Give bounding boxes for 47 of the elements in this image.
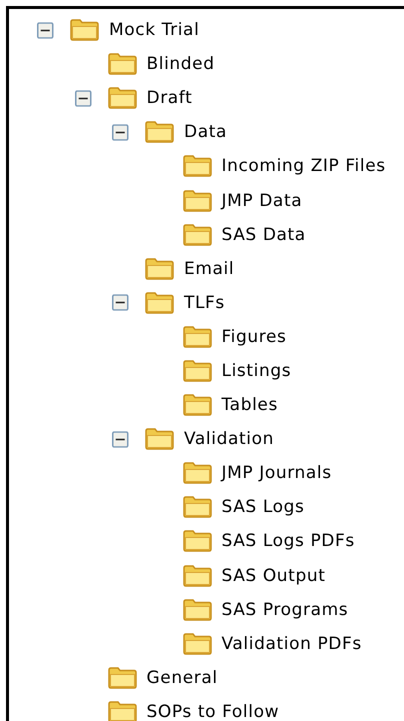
folder-icon [182, 154, 212, 178]
folder-icon [182, 495, 212, 520]
folder-label[interactable]: Figures [222, 326, 286, 347]
folder-icon [144, 427, 175, 452]
folder-icon [182, 564, 212, 588]
folder-label[interactable]: Listings [222, 360, 292, 381]
folder-label[interactable]: Tables [222, 395, 278, 416]
folder-label[interactable]: JMP Journals [222, 463, 332, 484]
folder-icon [182, 188, 212, 213]
folder-icon [144, 256, 175, 281]
folder-icon [106, 700, 138, 721]
folder-label[interactable]: Validation [184, 429, 274, 450]
folder-icon [106, 86, 138, 110]
folder-icon [182, 358, 212, 383]
collapse-icon[interactable] [74, 90, 91, 106]
folder-label[interactable]: JMP Data [222, 190, 302, 211]
folder-icon [182, 529, 212, 554]
folder-label[interactable]: TLFs [184, 292, 225, 313]
folder-label[interactable]: Validation PDFs [222, 634, 362, 654]
folder-icon [182, 461, 212, 486]
folder-label[interactable]: SOPs to Follow [146, 702, 280, 721]
folder-icon [182, 222, 212, 247]
folder-label[interactable]: Email [184, 258, 234, 279]
folder-label[interactable]: Draft [146, 88, 192, 108]
folder-icon [144, 120, 175, 144]
folder-icon [182, 632, 212, 656]
folder-icon [182, 598, 212, 622]
collapse-icon[interactable] [112, 124, 128, 141]
folder-icon [69, 18, 100, 42]
folder-icon [182, 393, 212, 418]
folder-label[interactable]: Mock Trial [109, 20, 200, 40]
folder-label[interactable]: SAS Data [222, 224, 306, 245]
collapse-icon[interactable] [112, 294, 128, 312]
folder-label[interactable]: SAS Output [222, 566, 326, 586]
collapse-icon[interactable] [37, 22, 54, 38]
folder-label[interactable]: SAS Programs [222, 600, 348, 620]
folder-label[interactable]: SAS Logs [222, 497, 304, 518]
collapse-icon[interactable] [112, 430, 128, 448]
folder-label[interactable]: Incoming ZIP Files [222, 156, 386, 176]
folder-icon [144, 290, 175, 315]
folder-icon [106, 666, 138, 690]
folder-icon [106, 52, 138, 76]
folder-label[interactable]: General [146, 668, 218, 688]
folder-label[interactable]: Blinded [146, 54, 215, 74]
folder-icon [182, 324, 212, 349]
folder-label[interactable]: Data [184, 122, 227, 142]
folder-label[interactable]: SAS Logs PDFs [222, 531, 355, 552]
